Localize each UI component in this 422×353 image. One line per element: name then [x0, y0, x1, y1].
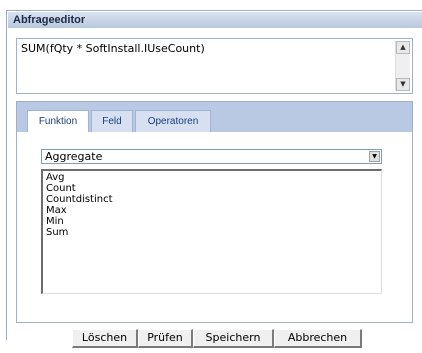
chevron-down-icon[interactable]: ▼: [369, 151, 380, 162]
panel-title: Abfrageeditor: [8, 12, 422, 28]
tab-feld[interactable]: Feld: [91, 110, 133, 132]
scroll-up-icon[interactable]: ▲: [396, 41, 410, 54]
scroll-down-icon[interactable]: ▼: [396, 78, 410, 91]
function-category-select[interactable]: Aggregate ▼: [41, 149, 382, 164]
tabs-frame: Funktion Feld Operatoren Aggregate ▼ Avg…: [16, 101, 413, 323]
tab-funktion[interactable]: Funktion: [27, 110, 89, 133]
function-category-value: Aggregate: [45, 150, 103, 163]
tab-strip: Funktion Feld Operatoren: [17, 102, 412, 133]
check-button[interactable]: Prüfen: [138, 329, 193, 348]
clear-button[interactable]: Löschen: [72, 329, 138, 348]
tab-operatoren[interactable]: Operatoren: [135, 110, 211, 132]
expression-text[interactable]: SUM(fQty * SoftInstall.IUseCount): [21, 42, 205, 55]
list-item[interactable]: Count: [46, 183, 378, 194]
cancel-button[interactable]: Abbrechen: [274, 329, 362, 348]
function-listbox[interactable]: Avg Count Countdistinct Max Min Sum: [41, 169, 382, 294]
editor-scrollbar[interactable]: ▲ ▼: [395, 41, 410, 91]
save-button[interactable]: Speichern: [193, 329, 274, 348]
list-item[interactable]: Max: [46, 205, 378, 216]
list-item[interactable]: Min: [46, 216, 378, 227]
list-item[interactable]: Avg: [46, 172, 378, 183]
expression-editor[interactable]: SUM(fQty * SoftInstall.IUseCount) ▲ ▼: [16, 38, 413, 94]
list-item[interactable]: Countdistinct: [46, 194, 378, 205]
list-item[interactable]: Sum: [46, 227, 378, 238]
tab-content: Aggregate ▼ Avg Count Countdistinct Max …: [17, 132, 412, 322]
